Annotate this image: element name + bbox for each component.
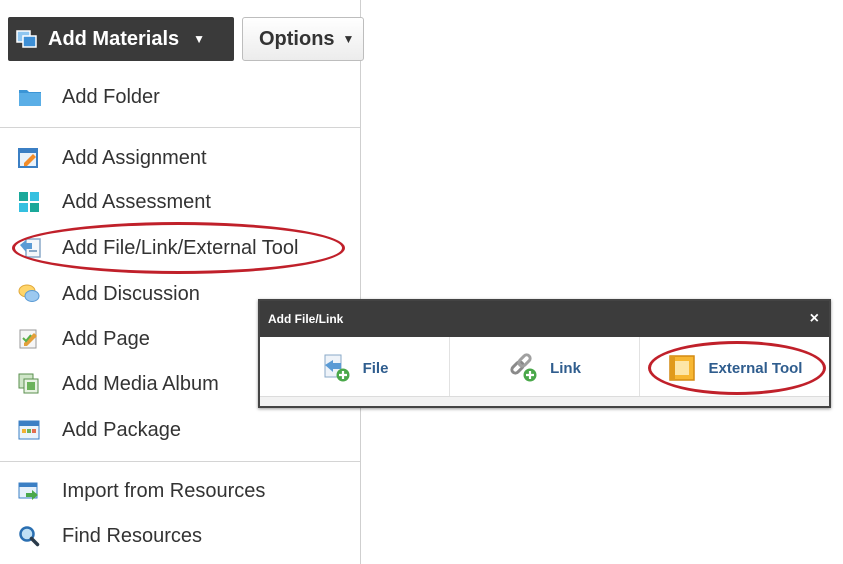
menu-item-add-assignment[interactable]: Add Assignment: [0, 138, 360, 178]
magnifier-icon: [18, 525, 40, 547]
menu-item-add-package[interactable]: Add Package: [0, 410, 360, 450]
file-upload-icon: [321, 353, 351, 383]
menu-divider: [0, 461, 360, 462]
import-icon: [18, 480, 40, 502]
menu-item-label: Find Resources: [62, 524, 203, 547]
menu-item-label: Add Page: [62, 327, 150, 350]
add-materials-menu: Add Materials ▼ Options ▼ Add Folder Add…: [0, 0, 364, 564]
options-button[interactable]: Options ▼: [242, 17, 364, 61]
menu-item-label: Add Media Album: [62, 372, 219, 395]
package-icon: [18, 419, 40, 441]
menu-divider: [0, 127, 360, 128]
highlight-ellipse: [648, 341, 826, 395]
menu-item-find-resources[interactable]: Find Resources: [0, 516, 360, 556]
add-file-link-dialog: Add File/Link × File Link External Tool: [258, 299, 831, 408]
menu-item-label: Add Package: [62, 418, 181, 441]
file-option-label: File: [362, 359, 389, 377]
add-materials-button[interactable]: Add Materials ▼: [8, 17, 234, 61]
chevron-down-icon: ▼: [193, 32, 206, 46]
link-icon: [508, 353, 538, 383]
file-option[interactable]: File: [260, 337, 450, 399]
menu-item-label: Add Folder: [62, 85, 160, 108]
highlight-ellipse: [12, 222, 345, 274]
options-label: Options: [259, 27, 335, 50]
discussion-icon: [18, 283, 40, 305]
menu-item-import-from-resources[interactable]: Import from Resources: [0, 471, 360, 511]
add-materials-icon: [16, 28, 38, 50]
media-album-icon: [18, 373, 40, 395]
link-option-label: Link: [550, 359, 581, 377]
dialog-title: Add File/Link: [268, 312, 344, 326]
assignment-icon: [18, 147, 40, 169]
menu-item-label: Add Assignment: [62, 146, 207, 169]
dialog-footer: [260, 396, 829, 406]
close-icon[interactable]: ×: [810, 310, 819, 328]
menu-item-add-assessment[interactable]: Add Assessment: [0, 182, 360, 222]
menu-item-label: Add Discussion: [62, 282, 200, 305]
folder-icon: [18, 86, 41, 108]
toolbar: Add Materials ▼ Options ▼: [0, 0, 364, 64]
add-materials-label: Add Materials: [48, 27, 180, 50]
menu-item-label: Import from Resources: [62, 479, 266, 502]
menu-item-label: Add Assessment: [62, 190, 211, 213]
menu-item-add-folder[interactable]: Add Folder: [0, 77, 360, 117]
assessment-icon: [18, 191, 40, 213]
link-option[interactable]: Link: [450, 337, 640, 399]
chevron-down-icon: ▼: [342, 32, 355, 46]
page-icon: [18, 328, 40, 350]
dialog-header: Add File/Link ×: [260, 301, 829, 337]
